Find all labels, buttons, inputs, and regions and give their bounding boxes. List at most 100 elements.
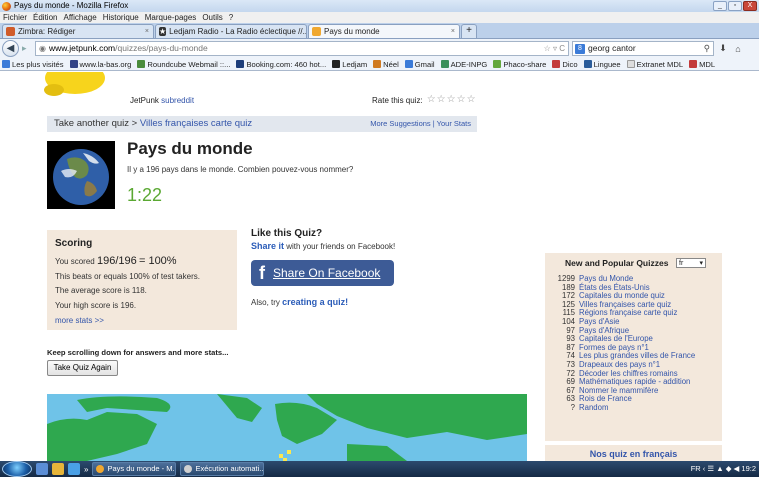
bookmark-item[interactable]: MDL	[689, 58, 715, 70]
bookmark-item[interactable]: Gmail	[404, 58, 435, 70]
earth-image	[47, 141, 115, 209]
program-icon	[184, 465, 193, 473]
bookmark-item[interactable]: Phaco-share	[493, 58, 546, 70]
bookmark-icon	[373, 60, 382, 68]
firefox-icon	[96, 465, 105, 473]
bookmark-icon	[626, 60, 635, 68]
bookmark-item[interactable]: ADE-INPG	[440, 58, 487, 70]
show-desktop-icon[interactable]	[36, 463, 48, 475]
bookmark-icon	[440, 60, 449, 68]
start-button[interactable]	[2, 461, 32, 477]
chevron-down-icon: ▾	[699, 260, 703, 267]
jetpunk-tab-icon	[312, 27, 321, 36]
take-quiz-again-button[interactable]: Take Quiz Again	[47, 360, 118, 376]
download-icon[interactable]: ⬇	[717, 43, 729, 54]
navigation-bar: ◀ ▸ ◉ www.jetpunk.com/quizzes/pays-du-mo…	[0, 39, 759, 58]
bookmark-item[interactable]: Linguee	[583, 58, 621, 70]
url-path: /quizzes/pays-du-monde	[115, 43, 208, 53]
search-bar[interactable]: 8 georg cantor ⚲	[572, 41, 714, 56]
scoring-panel: Scoring You scored 196/196 = 100% This b…	[47, 230, 237, 330]
list-item: ? Random	[570, 402, 609, 412]
bookmark-item[interactable]: Dico	[552, 58, 578, 70]
create-quiz-link[interactable]: creating a quiz!	[282, 297, 348, 307]
firefox-icon	[2, 2, 11, 11]
system-tray[interactable]: FR ‹ ☰ ▲ ◆ ◀ 19:2	[691, 461, 756, 477]
bookmark-item[interactable]: www.la-bas.org	[69, 58, 131, 70]
menu-aide[interactable]: ?	[229, 12, 233, 23]
suggested-quiz-link[interactable]: Villes françaises carte quiz	[140, 118, 252, 129]
window-title: Pays du monde - Mozilla Firefox	[14, 1, 129, 10]
menu-marque-pages[interactable]: Marque-pages	[145, 12, 197, 23]
close-tab-icon[interactable]: ×	[451, 25, 455, 38]
french-quizzes-heading[interactable]: Nos quiz en français	[545, 445, 722, 461]
bookmark-item[interactable]: Roundcube Webmail ::...	[137, 58, 230, 70]
another-quiz-bar: Take another quiz > Villes françaises ca…	[47, 116, 477, 132]
list-item: 63 Rois de France	[566, 394, 632, 404]
tab-pays-du-monde[interactable]: Pays du monde ×	[308, 24, 460, 38]
scoring-heading: Scoring	[55, 238, 93, 249]
menu-affichage[interactable]: Affichage	[63, 12, 96, 23]
new-tab-button[interactable]: +	[461, 24, 477, 38]
tab-zimbra[interactable]: Zimbra: Rédiger ×	[2, 24, 154, 38]
menu-outils[interactable]: Outils	[202, 12, 222, 23]
language-select[interactable]: fr ▾	[676, 258, 706, 268]
quicklaunch-more[interactable]: »	[84, 465, 88, 474]
share-it-link[interactable]: Share it	[251, 241, 284, 251]
tab-ledjam[interactable]: ★ Ledjam Radio - La Radio éclectique //.…	[155, 24, 307, 38]
ie-icon[interactable]	[68, 463, 80, 475]
bookmark-icon	[404, 60, 413, 68]
tab-label: Ledjam Radio - La Radio éclectique //...	[169, 27, 307, 36]
bookmark-icon	[332, 60, 341, 68]
search-input[interactable]: georg cantor	[588, 42, 636, 55]
bookmark-icon	[236, 60, 245, 68]
taskbar-firefox[interactable]: Pays du monde - M...	[92, 462, 177, 476]
window-titlebar: Pays du monde - Mozilla Firefox _ ▫ X	[0, 0, 759, 12]
facebook-icon: f	[259, 262, 265, 283]
quiz-description: Il y a 196 pays dans le monde. Combien p…	[127, 165, 354, 174]
bookmark-item[interactable]: Ledjam	[332, 58, 367, 70]
search-engine-icon[interactable]: 8	[575, 43, 585, 54]
facebook-button-label: Share On Facebook	[273, 266, 381, 280]
back-button[interactable]: ◀	[2, 40, 19, 57]
menu-fichier[interactable]: Fichier	[3, 12, 27, 23]
search-icon[interactable]: ⚲	[704, 42, 710, 55]
subreddit-link[interactable]: subreddit	[161, 96, 194, 105]
explorer-icon[interactable]	[52, 463, 64, 475]
score-line: You scored 196/196 = 100%	[55, 255, 177, 267]
bookmark-icon	[493, 60, 502, 68]
home-icon[interactable]: ⌂	[732, 44, 744, 54]
high-score-line: Your high score is 196.	[55, 301, 137, 310]
more-stats-link[interactable]: more stats >>	[55, 316, 104, 325]
bookmark-icon	[2, 60, 10, 68]
bookmark-icon	[137, 60, 146, 68]
menu-historique[interactable]: Historique	[103, 12, 139, 23]
taskbar-execution[interactable]: Exécution automati...	[180, 462, 265, 476]
forward-button[interactable]: ▸	[22, 42, 32, 55]
share-on-facebook-button[interactable]: f Share On Facebook	[251, 260, 394, 286]
zimbra-tab-icon	[6, 27, 15, 36]
quiz-link[interactable]: Random	[579, 403, 608, 412]
keep-scrolling-text: Keep scrolling down for answers and more…	[47, 348, 229, 357]
url-bar[interactable]: ◉ www.jetpunk.com/quizzes/pays-du-monde …	[35, 41, 569, 56]
minimize-button[interactable]: _	[713, 1, 727, 11]
url-host: www.jetpunk.com	[48, 43, 116, 53]
menu-edition[interactable]: Édition	[33, 12, 57, 23]
bookmark-item[interactable]: Extranet MDL	[626, 58, 683, 70]
rating-stars[interactable]: ☆☆☆☆☆	[427, 95, 477, 105]
url-bar-icons[interactable]: ☆ ▿ C	[544, 42, 565, 55]
maximize-button[interactable]: ▫	[728, 1, 742, 11]
rate-quiz: Rate this quiz: ☆☆☆☆☆	[372, 95, 477, 106]
page-content: JetPunk subreddit Rate this quiz: ☆☆☆☆☆ …	[0, 72, 759, 461]
bookmark-item[interactable]: Booking.com: 460 hot...	[236, 58, 326, 70]
close-tab-icon[interactable]: ×	[145, 25, 149, 38]
more-suggestions-link[interactable]: More Suggestions | Your Stats	[370, 116, 471, 132]
quiz-timer: 1:22	[127, 185, 163, 205]
bookmark-icon	[552, 60, 561, 68]
average-line: The average score is 118.	[55, 286, 147, 295]
bookmark-item[interactable]: Néel	[373, 58, 399, 70]
close-window-button[interactable]: X	[743, 1, 757, 11]
bookmark-icon	[689, 60, 698, 68]
bookmark-item[interactable]: Les plus visités	[2, 58, 64, 70]
star-tab-icon: ★	[159, 27, 167, 36]
windows-taskbar: » Pays du monde - M... Exécution automat…	[0, 461, 759, 477]
